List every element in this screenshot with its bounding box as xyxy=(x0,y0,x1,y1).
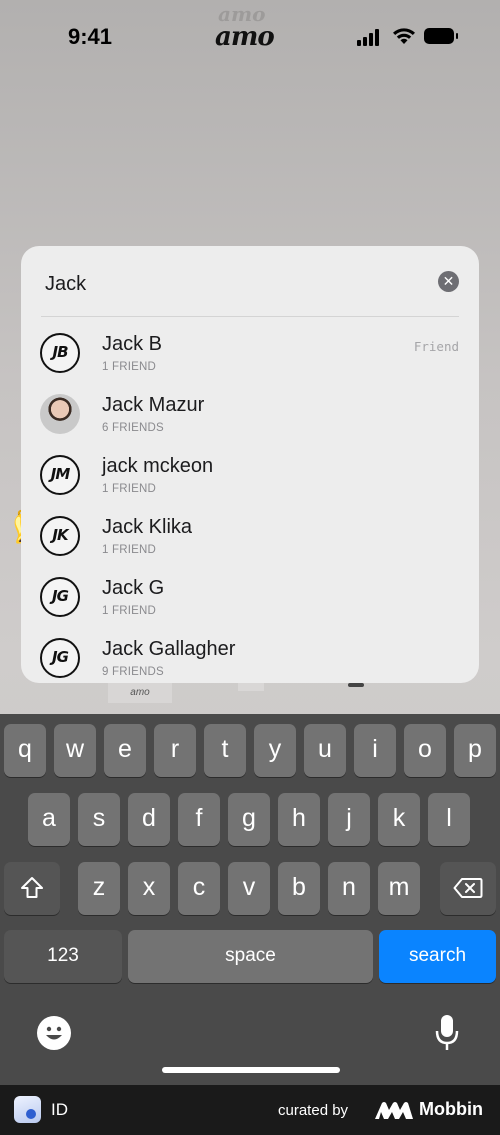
mobbin-brand: Mobbin xyxy=(419,1099,483,1119)
shift-icon xyxy=(21,877,43,898)
key-h[interactable]: h xyxy=(278,793,320,846)
key-b[interactable]: b xyxy=(278,862,320,915)
search-input[interactable] xyxy=(45,270,415,298)
home-indicator xyxy=(162,1067,340,1073)
result-row[interactable]: Jack Mazur 6 FRIENDS xyxy=(21,386,479,447)
result-row[interactable]: JG Jack G 1 FRIEND xyxy=(21,569,479,630)
key-r[interactable]: r xyxy=(154,724,196,777)
app-screen: 9:41 amo amo 🔔 ✕ JBJack B1 FRIENDFriendJ… xyxy=(0,0,500,1085)
clear-search-button[interactable]: ✕ xyxy=(438,271,459,292)
footer-id-label: ID xyxy=(51,1100,68,1119)
microphone-icon[interactable] xyxy=(435,1014,459,1052)
wifi-icon xyxy=(393,28,415,44)
key-i[interactable]: i xyxy=(354,724,396,777)
avatar xyxy=(40,394,80,434)
status-time: 9:41 xyxy=(68,24,113,49)
key-p[interactable]: p xyxy=(454,724,496,777)
footer-bar: ID curated by Mobbin xyxy=(0,1085,500,1135)
emoji-icon xyxy=(38,1017,70,1049)
key-u[interactable]: u xyxy=(304,724,346,777)
result-name: Jack G xyxy=(102,577,165,599)
clear-circle-icon: ✕ xyxy=(442,273,455,289)
result-name: jack mckeon xyxy=(102,455,214,477)
result-row[interactable]: JM jack mckeon 1 FRIEND xyxy=(21,447,479,508)
result-row[interactable]: JK Jack Klika 1 FRIEND xyxy=(21,508,479,569)
key-j[interactable]: j xyxy=(328,793,370,846)
search-bar: ✕ xyxy=(21,246,479,318)
avatar: JG xyxy=(40,638,80,678)
key-f[interactable]: f xyxy=(178,793,220,846)
result-name: Jack Klika xyxy=(102,516,193,538)
mobbin-logo-icon xyxy=(375,1102,413,1119)
key-s[interactable]: s xyxy=(78,793,120,846)
status-bar: 9:41 amo amo xyxy=(0,0,500,70)
key-c[interactable]: c xyxy=(178,862,220,915)
numbers-key[interactable]: 123 xyxy=(4,930,122,983)
avatar: JB xyxy=(40,333,80,373)
search-results-card: ✕ JB Jack B 1 FRIEND Friend Jack Mazur 6 FRIE… xyxy=(21,246,479,683)
friend-status-tag: Friend xyxy=(413,339,459,354)
backspace-icon xyxy=(453,878,483,898)
curated-by-label: curated by xyxy=(278,1102,349,1119)
background-thumbnail-small xyxy=(238,683,264,691)
key-m[interactable]: m xyxy=(378,862,420,915)
key-l[interactable]: l xyxy=(428,793,470,846)
key-y[interactable]: y xyxy=(254,724,296,777)
friend-count: 1 FRIEND xyxy=(102,544,156,556)
cellular-signal-icon xyxy=(357,28,383,46)
key-n[interactable]: n xyxy=(328,862,370,915)
key-v[interactable]: v xyxy=(228,862,270,915)
keyboard: qwertyuiop asdfghjkl zxcvbnm 123 space s… xyxy=(0,714,500,1085)
key-e[interactable]: e xyxy=(104,724,146,777)
battery-icon xyxy=(424,28,458,44)
friend-count: 9 FRIENDS xyxy=(102,666,164,678)
key-q[interactable]: q xyxy=(4,724,46,777)
background-handle xyxy=(348,683,364,687)
avatar: JG xyxy=(40,577,80,617)
search-divider xyxy=(41,316,459,317)
space-key[interactable]: space xyxy=(128,930,373,983)
delete-key[interactable] xyxy=(440,862,496,915)
key-x[interactable]: x xyxy=(128,862,170,915)
key-d[interactable]: d xyxy=(128,793,170,846)
key-z[interactable]: z xyxy=(78,862,120,915)
search-key[interactable]: search xyxy=(379,930,496,983)
key-a[interactable]: a xyxy=(28,793,70,846)
app-icon xyxy=(14,1096,41,1123)
result-row[interactable]: JG Jack Gallagher 9 FRIENDS xyxy=(21,630,479,683)
friend-count: 1 FRIEND xyxy=(102,483,156,495)
key-g[interactable]: g xyxy=(228,793,270,846)
result-name: Jack Gallagher xyxy=(102,638,236,660)
key-o[interactable]: o xyxy=(404,724,446,777)
key-t[interactable]: t xyxy=(204,724,246,777)
friend-count: 6 FRIENDS xyxy=(102,422,164,434)
key-k[interactable]: k xyxy=(378,793,420,846)
shift-key[interactable] xyxy=(4,862,60,915)
app-logo: amo xyxy=(215,22,275,52)
avatar: JK xyxy=(40,516,80,556)
friend-count: 1 FRIEND xyxy=(102,361,156,373)
result-name: Jack B xyxy=(102,333,163,355)
key-w[interactable]: w xyxy=(54,724,96,777)
background-thumbnail: amo xyxy=(108,683,172,703)
emoji-button[interactable] xyxy=(37,1016,71,1050)
result-row[interactable]: JB Jack B 1 FRIEND Friend xyxy=(21,325,479,386)
result-name: Jack Mazur xyxy=(102,394,205,416)
avatar: JM xyxy=(40,455,80,495)
friend-count: 1 FRIEND xyxy=(102,605,156,617)
